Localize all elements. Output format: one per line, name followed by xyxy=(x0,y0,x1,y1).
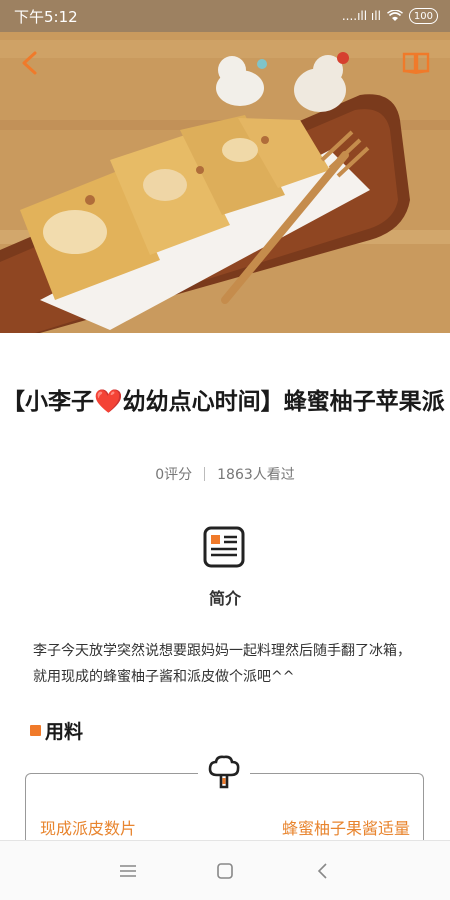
status-bar: 下午5:12 ....ıll ıll 100 xyxy=(0,0,450,32)
ingredient-row: 现成派皮数片 蜂蜜柚子果酱适量 xyxy=(40,815,410,839)
intro-icon xyxy=(203,526,245,568)
hero-illustration xyxy=(0,0,450,333)
signal-icon: ....ıll ıll xyxy=(341,9,381,23)
home-square-icon xyxy=(217,862,233,879)
heart-icon: ❤️ xyxy=(94,389,123,415)
view-count: 1863人看过 xyxy=(217,467,295,483)
recipe-title: 【小李子❤️幼幼点心时间】蜂蜜柚子苹果派 xyxy=(2,386,448,419)
intro-text: 李子今天放学突然说想要跟妈妈一起料理然后随手翻了冰箱，就用现成的蜂蜜柚子酱和派皮… xyxy=(33,643,411,685)
book-icon xyxy=(402,52,430,74)
menu-button[interactable] xyxy=(108,851,148,891)
status-time: 下午5:12 xyxy=(14,7,78,26)
status-indicators: ....ıll ıll 100 xyxy=(342,8,438,24)
rating-count: 0评分 xyxy=(155,467,193,483)
intro-heading: 简介 xyxy=(208,589,241,608)
back-button[interactable] xyxy=(14,46,44,80)
system-nav-bar xyxy=(0,840,450,900)
title-text-part2: 幼幼点心时间】蜂蜜柚子苹果派 xyxy=(122,389,445,415)
tree-icon xyxy=(208,755,240,789)
title-text-part1: 【小李子 xyxy=(2,389,94,415)
heading-marker xyxy=(30,725,41,736)
wifi-icon xyxy=(386,10,403,21)
meta-divider xyxy=(204,467,206,481)
ingredients-heading: 用料 xyxy=(30,717,83,744)
home-button[interactable] xyxy=(205,851,245,891)
ingredients-heading-text: 用料 xyxy=(45,721,84,743)
recipe-meta: 0评分 1863人看过 xyxy=(0,464,450,484)
battery-indicator: 100 xyxy=(408,8,438,24)
recipe-hero-image xyxy=(0,0,450,333)
ingredients-icon xyxy=(198,749,250,795)
ingredient-amount: 蜂蜜柚子果酱适量 xyxy=(281,819,410,838)
ingredient-name: 现成派皮数片 xyxy=(40,819,137,838)
system-back-button[interactable] xyxy=(302,851,342,891)
article-icon xyxy=(203,526,245,568)
book-button[interactable] xyxy=(400,46,432,78)
back-chevron-icon xyxy=(317,862,327,879)
menu-icon xyxy=(120,864,137,877)
back-arrow-icon xyxy=(22,51,37,75)
